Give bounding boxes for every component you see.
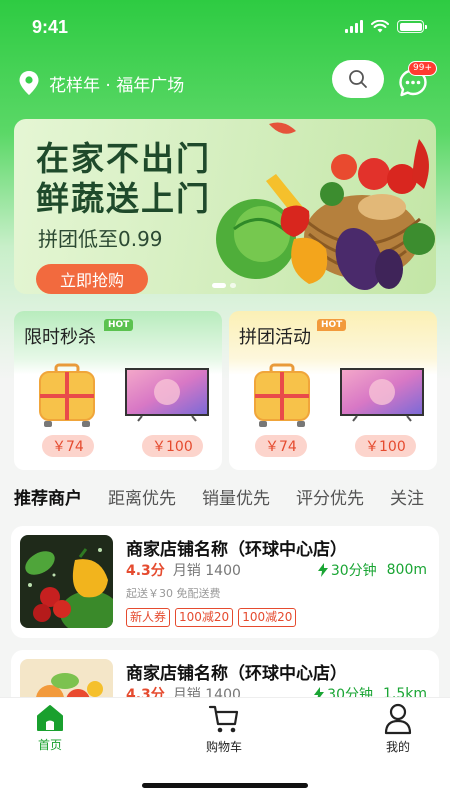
vegetables-image (20, 535, 113, 628)
bottom-tab-bar: 首页 购物车 我的 (0, 697, 450, 800)
product-luggage[interactable] (32, 363, 122, 429)
group-buy-title: 拼团活动 (239, 327, 311, 348)
location-pin-icon (19, 71, 39, 95)
vegetable-basket-image (216, 122, 435, 290)
tab-recommended[interactable]: 推荐商户 (14, 484, 82, 516)
header: 花样年 · 福年广场 99+ (0, 60, 450, 108)
shop-thumbnail (20, 535, 113, 628)
wifi-icon (371, 20, 389, 33)
television-image (340, 368, 424, 422)
banner-title-line2: 鲜蔬送上门 (36, 179, 211, 218)
banner-subtitle: 拼团低至0.99 (38, 227, 163, 251)
hot-badge: HOT (317, 319, 347, 331)
luggage-image (39, 363, 95, 427)
banner-title-line1: 在家不出门 (36, 139, 211, 178)
hot-badge: HOT (104, 319, 134, 331)
sort-tabs: 推荐商户 距离优先 销量优先 评分优先 关注 (0, 484, 450, 516)
product-tv[interactable] (122, 363, 212, 423)
location-selector[interactable]: 花样年 · 福年广场 (18, 70, 184, 96)
tab-distance[interactable]: 距离优先 (108, 484, 176, 516)
tab-following[interactable]: 关注 (390, 484, 424, 516)
search-button[interactable] (332, 60, 384, 98)
tab-rating[interactable]: 评分优先 (296, 484, 364, 516)
location-text: 花样年 · 福年广场 (49, 75, 185, 96)
shop-monthly-sales: 月销 1400 (172, 563, 241, 579)
promo-banner[interactable]: 在家不出门 鲜蔬送上门 拼团低至0.99 立即抢购 (14, 119, 436, 294)
shop-name: 商家店铺名称（环球中心店） (126, 540, 347, 560)
lightning-icon (317, 563, 328, 577)
status-time: 9:41 (32, 17, 69, 37)
flash-sale-card[interactable]: 限时秒杀 HOT ￥74 ￥100 (14, 311, 222, 470)
search-icon (349, 70, 367, 88)
price-tag: ￥100 (142, 435, 203, 457)
shop-distance: 800m (386, 562, 427, 578)
price-tag: ￥74 (42, 435, 94, 457)
shop-name: 商家店铺名称（环球中心店） (126, 664, 347, 684)
cellular-signal-icon (345, 20, 363, 33)
group-buy-card[interactable]: 拼团活动 HOT ￥74 ￥100 (229, 311, 437, 470)
banner-title: 在家不出门 鲜蔬送上门 (36, 139, 211, 219)
status-bar: 9:41 (0, 0, 450, 54)
user-profile-icon (384, 703, 412, 735)
battery-icon (397, 20, 427, 33)
shop-rating: 4.3分 (126, 563, 165, 579)
coupon-badge: 100减20 (175, 608, 234, 627)
luggage-image (254, 363, 310, 427)
coupon-badge: 新人券 (126, 608, 171, 627)
tab-sales[interactable]: 销量优先 (202, 484, 270, 516)
coupon-badge: 100减20 (238, 608, 297, 627)
nav-home[interactable]: 首页 (10, 703, 90, 753)
home-icon (37, 705, 63, 731)
nav-cart-label: 购物车 (205, 740, 242, 754)
price-tag: ￥74 (255, 435, 307, 457)
coupon-list: 新人券 100减20 100减20 (126, 608, 297, 627)
message-count-badge: 99+ (408, 61, 437, 76)
product-tv[interactable] (337, 363, 427, 423)
shop-stats: 4.3分 月销 1400 (126, 560, 241, 580)
product-luggage[interactable] (247, 363, 337, 429)
delivery-time: 30分钟 (330, 563, 377, 579)
delivery-fees: 起送￥30 免配送费 (126, 587, 221, 600)
nav-home-label: 首页 (37, 738, 62, 752)
shopping-cart-icon (208, 705, 239, 733)
home-indicator (142, 783, 308, 788)
status-icons (345, 20, 427, 33)
nav-cart[interactable]: 购物车 (184, 703, 264, 755)
delivery-info: 30分钟 800m (317, 560, 427, 580)
television-image (125, 368, 209, 422)
price-tag: ￥100 (355, 435, 416, 457)
nav-mine[interactable]: 我的 (358, 703, 438, 755)
nav-mine-label: 我的 (385, 740, 410, 754)
buy-now-button[interactable]: 立即抢购 (36, 264, 148, 294)
shop-card[interactable]: 商家店铺名称（环球中心店） 4.3分 月销 1400 30分钟 800m 起送￥… (11, 526, 439, 638)
flash-sale-title: 限时秒杀 (24, 327, 96, 348)
